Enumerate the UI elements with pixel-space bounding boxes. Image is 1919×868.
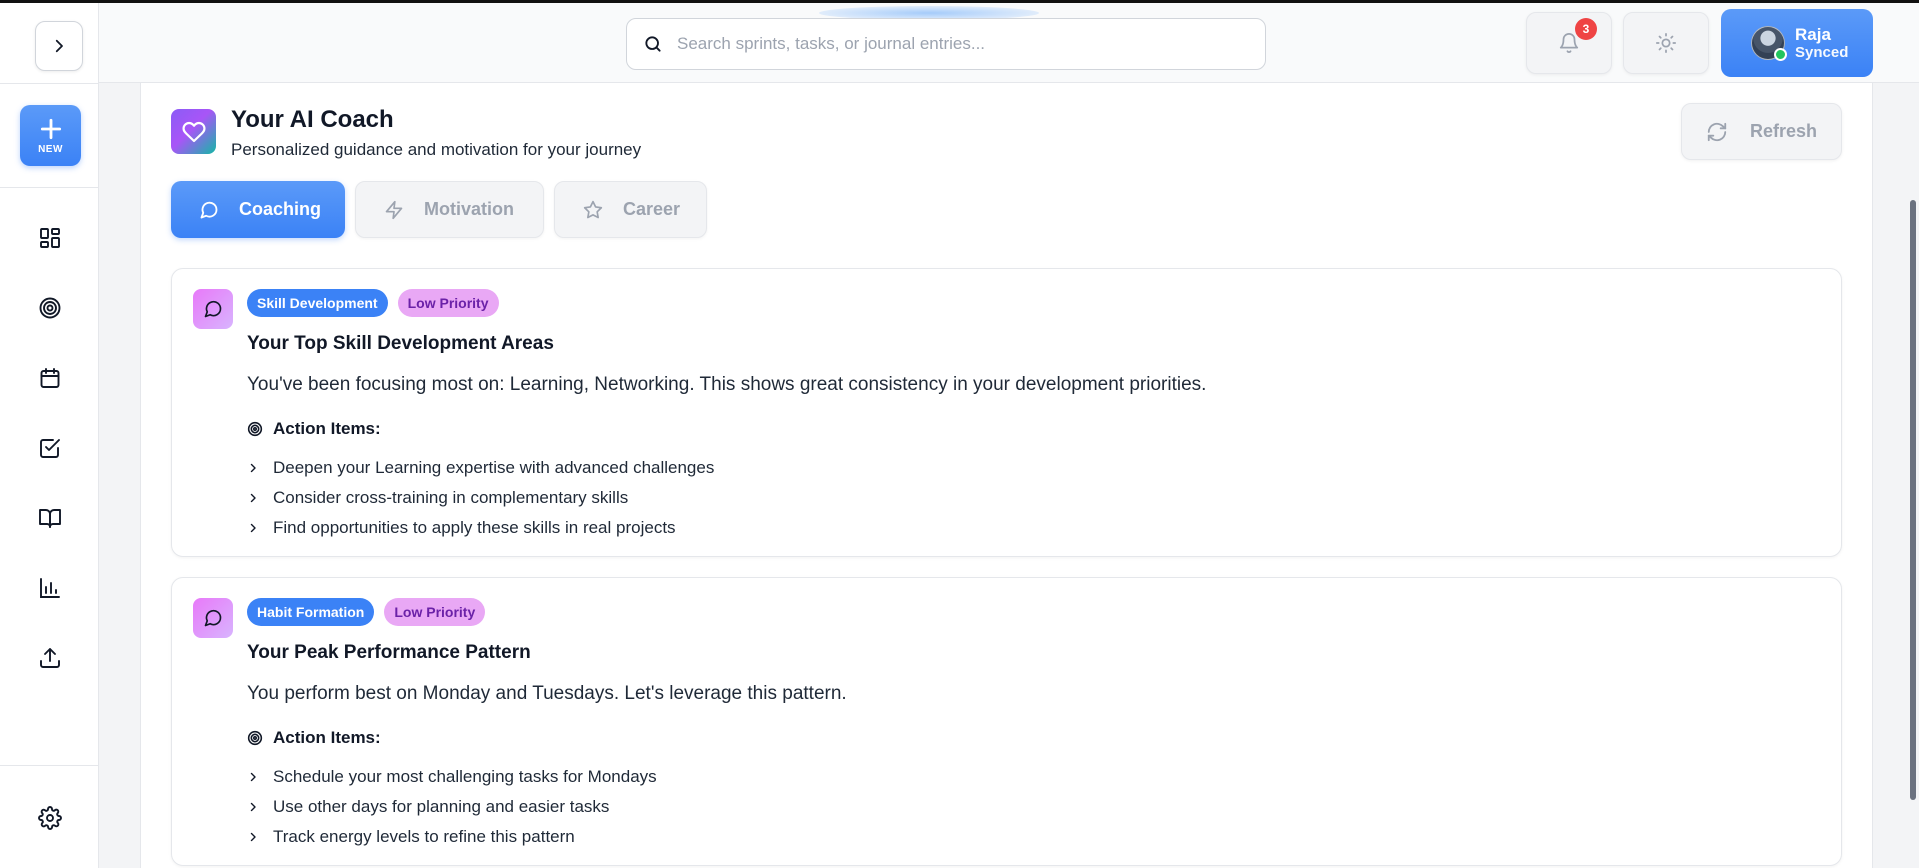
sun-icon: [1655, 32, 1677, 54]
sidebar-item-dashboard[interactable]: [30, 218, 70, 258]
priority-tag: Low Priority: [384, 598, 486, 626]
gear-icon: [38, 806, 62, 830]
list-item: Use other days for planning and easier t…: [247, 792, 657, 822]
new-button[interactable]: NEW: [20, 105, 81, 166]
divider: [0, 187, 99, 188]
expand-sidebar-button[interactable]: [35, 21, 83, 71]
category-tag: Skill Development: [247, 289, 388, 317]
message-icon: [200, 201, 218, 218]
refresh-button[interactable]: Refresh: [1681, 103, 1842, 160]
search-icon: [645, 36, 661, 52]
list-item: Deepen your Learning expertise with adva…: [247, 453, 714, 483]
coaching-card: Habit Formation Low Priority Your Peak P…: [171, 577, 1842, 866]
chevron-right-icon: [55, 39, 63, 53]
sidebar-item-tasks[interactable]: [30, 428, 70, 468]
tab-motivation[interactable]: Motivation: [355, 181, 544, 238]
chevron-right-icon: [250, 463, 256, 473]
refresh-button-label: Refresh: [1749, 121, 1818, 141]
target-icon: [247, 730, 263, 746]
page-subtitle: Personalized guidance and motivation for…: [231, 140, 642, 159]
sidebar: NEW: [0, 3, 99, 868]
calendar-icon: [40, 368, 60, 388]
sidebar-item-export[interactable]: [30, 638, 70, 678]
tab-career[interactable]: Career: [554, 181, 707, 238]
tab-label: Motivation: [424, 199, 514, 219]
list-item: Find opportunities to apply these skills…: [247, 513, 714, 543]
chevron-right-icon: [250, 493, 256, 503]
sidebar-item-settings[interactable]: [30, 798, 70, 838]
avatar: [1751, 26, 1787, 61]
tab-coaching[interactable]: Coaching: [171, 181, 345, 238]
action-item-text: Use other days for planning and easier t…: [273, 797, 610, 816]
card-type-icon: [193, 598, 233, 638]
category-tag: Habit Formation: [247, 598, 375, 626]
action-item-text: Find opportunities to apply these skills…: [273, 518, 676, 537]
card-type-icon: [193, 289, 233, 329]
notifications-button[interactable]: 3: [1526, 12, 1612, 74]
card-body: You've been focusing most on: Learning, …: [247, 374, 1207, 395]
upload-icon: [40, 648, 60, 668]
action-items-list: Deepen your Learning expertise with adva…: [247, 453, 714, 543]
action-item-text: Schedule your most challenging tasks for…: [273, 767, 657, 786]
ai-coach-logo: [171, 109, 216, 154]
heart-icon: [182, 121, 205, 142]
card-title: Your Peak Performance Pattern: [247, 642, 531, 663]
sidebar-item-analytics[interactable]: [30, 568, 70, 608]
list-item: Track energy levels to refine this patte…: [247, 822, 657, 852]
notification-count-badge: 3: [1575, 18, 1597, 40]
sidebar-item-journal[interactable]: [30, 498, 70, 538]
action-items-heading: Action Items:: [273, 728, 381, 747]
star-icon: [583, 200, 603, 218]
action-item-text: Track energy levels to refine this patte…: [273, 827, 575, 846]
coaching-card: Skill Development Low Priority Your Top …: [171, 268, 1842, 557]
priority-tag: Low Priority: [397, 289, 499, 317]
message-icon: [204, 609, 222, 627]
target-icon: [247, 421, 263, 437]
list-item: Consider cross-training in complementary…: [247, 483, 714, 513]
checkbox-icon: [40, 439, 60, 458]
chevron-right-icon: [250, 523, 256, 533]
plus-icon: [40, 118, 61, 140]
dashboard-icon: [40, 228, 60, 248]
lightning-icon: [385, 200, 403, 219]
card-title: Your Top Skill Development Areas: [247, 333, 554, 354]
search-bar[interactable]: [626, 18, 1266, 70]
tab-label: Coaching: [239, 199, 322, 219]
online-status-dot: [1774, 48, 1787, 61]
action-items-heading: Action Items:: [273, 419, 381, 438]
list-item: Schedule your most challenging tasks for…: [247, 762, 657, 792]
sidebar-item-goals[interactable]: [30, 288, 70, 328]
tab-label: Career: [623, 199, 681, 219]
sidebar-item-calendar[interactable]: [30, 358, 70, 398]
action-item-text: Deepen your Learning expertise with adva…: [273, 458, 715, 477]
new-button-label: NEW: [38, 144, 63, 155]
chevron-right-icon: [250, 802, 256, 812]
book-icon: [39, 509, 61, 528]
divider: [0, 83, 99, 84]
user-name: Raja: [1795, 25, 1831, 44]
target-icon: [39, 297, 61, 319]
search-input[interactable]: [677, 34, 1237, 54]
sync-status: Synced: [1795, 44, 1849, 61]
refresh-icon: [1707, 122, 1727, 141]
chevron-right-icon: [250, 772, 256, 782]
action-items-list: Schedule your most challenging tasks for…: [247, 762, 657, 852]
bar-chart-icon: [40, 578, 60, 598]
theme-toggle-button[interactable]: [1623, 12, 1709, 74]
message-icon: [204, 300, 222, 318]
page-title: Your AI Coach: [231, 106, 394, 133]
user-profile-button[interactable]: Raja Synced: [1721, 9, 1873, 77]
scrollbar-thumb[interactable]: [1910, 200, 1916, 800]
divider: [0, 765, 99, 766]
action-item-text: Consider cross-training in complementary…: [273, 488, 629, 507]
top-header: 3 Raja Synced: [99, 3, 1919, 83]
card-body: You perform best on Monday and Tuesdays.…: [247, 683, 847, 704]
chevron-right-icon: [250, 832, 256, 842]
